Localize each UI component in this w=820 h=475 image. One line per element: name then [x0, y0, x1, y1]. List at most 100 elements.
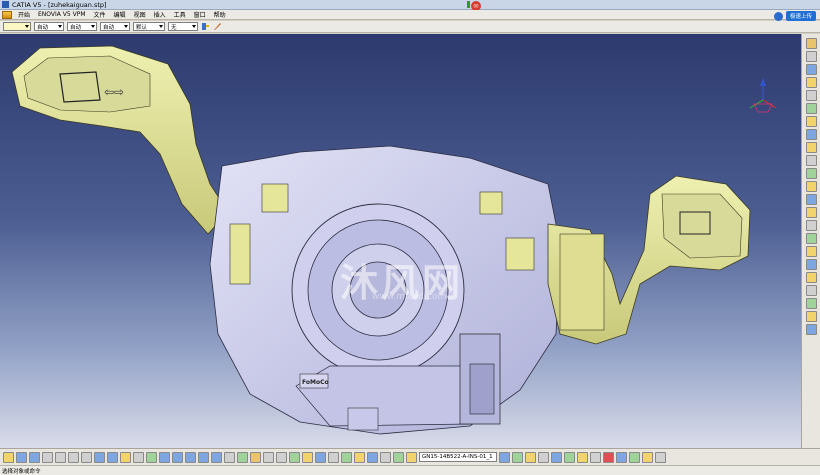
- sketch-icon[interactable]: [512, 451, 523, 463]
- start-icon[interactable]: [2, 10, 12, 19]
- tool-icon-12[interactable]: [805, 181, 817, 192]
- formula-icon[interactable]: [133, 451, 144, 463]
- transparency-select[interactable]: 自动: [34, 22, 64, 31]
- paint-icon[interactable]: [201, 22, 210, 31]
- copy-icon[interactable]: [68, 451, 79, 463]
- tool-icon-9[interactable]: [805, 142, 817, 153]
- catalog-icon[interactable]: [341, 451, 352, 463]
- tool-icon-8[interactable]: [805, 129, 817, 140]
- cut-icon[interactable]: [55, 451, 66, 463]
- menu-file[interactable]: 文件: [90, 10, 110, 19]
- chevron-down-icon: [192, 25, 196, 28]
- tool-icon-6[interactable]: [805, 103, 817, 114]
- color-select[interactable]: [3, 22, 31, 31]
- tool-icon-2[interactable]: [805, 51, 817, 62]
- redo-icon[interactable]: [107, 451, 118, 463]
- tool-icon-14[interactable]: [805, 207, 817, 218]
- product-icon[interactable]: [499, 451, 510, 463]
- tool-icon-1[interactable]: [805, 38, 817, 49]
- scene-icon[interactable]: [406, 451, 417, 463]
- explode-icon[interactable]: [380, 451, 391, 463]
- update-icon[interactable]: [120, 451, 131, 463]
- grid-icon[interactable]: [616, 451, 627, 463]
- tool-icon-7[interactable]: [805, 116, 817, 127]
- print-icon[interactable]: [42, 451, 53, 463]
- tool-icon-23[interactable]: [805, 324, 817, 335]
- chamfer-icon[interactable]: [590, 451, 601, 463]
- part-number-select[interactable]: GN15-14B522-A-INS-01_1: [419, 452, 497, 462]
- swap-space-icon[interactable]: [276, 451, 287, 463]
- tool-icon-11[interactable]: [805, 168, 817, 179]
- menu-enovia[interactable]: ENOVIA V5 VPM: [34, 11, 90, 18]
- tool-icon-22[interactable]: [805, 311, 817, 322]
- rotate-icon[interactable]: [185, 451, 196, 463]
- hole-icon[interactable]: [564, 451, 575, 463]
- menu-bar: 开始 ENOVIA V5 VPM 文件 编辑 视图 插入 工具 窗口 帮助: [0, 10, 820, 20]
- pan-icon[interactable]: [172, 451, 183, 463]
- section-icon[interactable]: [302, 451, 313, 463]
- annotation-icon[interactable]: [315, 451, 326, 463]
- new-icon[interactable]: [3, 451, 14, 463]
- menu-window[interactable]: 窗口: [190, 10, 210, 19]
- right-stalk[interactable]: [547, 175, 751, 345]
- normal-view-icon[interactable]: [224, 451, 235, 463]
- camera-icon[interactable]: [655, 451, 666, 463]
- constraint-icon[interactable]: [328, 451, 339, 463]
- line-type-select[interactable]: 自动: [67, 22, 97, 31]
- tool-icon-20[interactable]: [805, 285, 817, 296]
- save-icon[interactable]: [29, 451, 40, 463]
- shaft-icon[interactable]: [551, 451, 562, 463]
- zoom-tool-icon[interactable]: [603, 451, 614, 463]
- tool-icon-3[interactable]: [805, 64, 817, 75]
- menu-start[interactable]: 开始: [14, 10, 34, 19]
- menu-edit[interactable]: 编辑: [110, 10, 130, 19]
- menu-insert[interactable]: 插入: [150, 10, 170, 19]
- left-stalk[interactable]: ⇦⇨: [11, 45, 229, 235]
- tool-icon-17[interactable]: [805, 246, 817, 257]
- 3d-viewport[interactable]: ⇦⇨ FoMoCo 沐风网 www.mfcad.com: [0, 34, 801, 448]
- open-icon[interactable]: [16, 451, 27, 463]
- iso-view-icon[interactable]: [237, 451, 248, 463]
- part-label: FoMoCo: [302, 379, 329, 386]
- pocket-icon[interactable]: [538, 451, 549, 463]
- zoom-out-icon[interactable]: [211, 451, 222, 463]
- tool-icon-18[interactable]: [805, 259, 817, 270]
- line-weight-select[interactable]: 自动: [100, 22, 130, 31]
- tool-icon-10[interactable]: [805, 155, 817, 166]
- layer-select[interactable]: 默认: [133, 22, 165, 31]
- line-weight-value: 自动: [103, 24, 115, 31]
- hide-show-icon[interactable]: [263, 451, 274, 463]
- paste-icon[interactable]: [81, 451, 92, 463]
- share-icon[interactable]: [773, 11, 783, 21]
- fillet-icon[interactable]: [577, 451, 588, 463]
- brush-icon[interactable]: [213, 22, 222, 31]
- clash-icon[interactable]: [393, 451, 404, 463]
- shading-icon[interactable]: [250, 451, 261, 463]
- upload-button[interactable]: 极速上传: [785, 11, 816, 21]
- light-icon[interactable]: [642, 451, 653, 463]
- menu-tools[interactable]: 工具: [170, 10, 190, 19]
- undo-icon[interactable]: [94, 451, 105, 463]
- tool-icon-4[interactable]: [805, 77, 817, 88]
- tool-icon-16[interactable]: [805, 233, 817, 244]
- tool-icon-19[interactable]: [805, 272, 817, 283]
- manipulate-icon[interactable]: [367, 451, 378, 463]
- render-select[interactable]: 无: [168, 22, 198, 31]
- tool-icon-5[interactable]: [805, 90, 817, 101]
- measure-icon[interactable]: [289, 451, 300, 463]
- tool-icon-21[interactable]: [805, 298, 817, 309]
- render-icon[interactable]: [629, 451, 640, 463]
- snap-icon[interactable]: [354, 451, 365, 463]
- tool-icon-15[interactable]: [805, 220, 817, 231]
- right-toolbar: [801, 34, 820, 448]
- part-model[interactable]: ⇦⇨ FoMoCo: [0, 34, 801, 448]
- line-type-value: 自动: [70, 24, 82, 31]
- zoom-in-icon[interactable]: [198, 451, 209, 463]
- pad-icon[interactable]: [525, 451, 536, 463]
- compass-icon[interactable]: [746, 76, 780, 116]
- fit-all-icon[interactable]: [159, 451, 170, 463]
- tool-icon-13[interactable]: [805, 194, 817, 205]
- fly-icon[interactable]: [146, 451, 157, 463]
- menu-help[interactable]: 帮助: [210, 10, 230, 19]
- menu-view[interactable]: 视图: [130, 10, 150, 19]
